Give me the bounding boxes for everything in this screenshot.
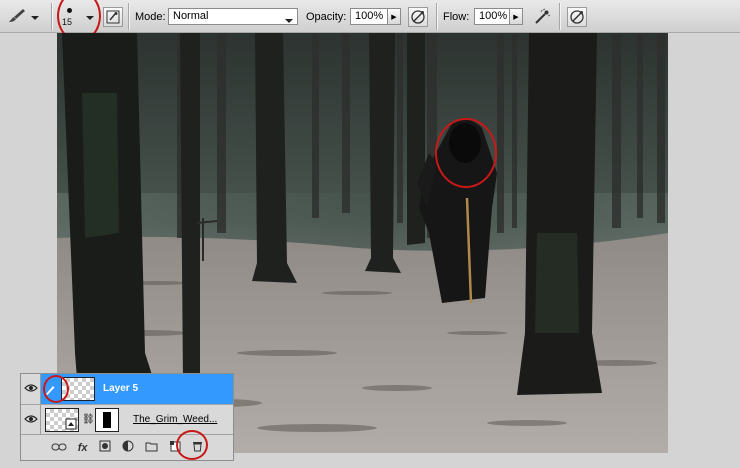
visibility-toggle[interactable]: [21, 374, 41, 404]
smart-object-icon: [65, 418, 77, 430]
layer-row-selected[interactable]: Layer 5: [21, 374, 233, 404]
delete-layer-icon[interactable]: [192, 440, 203, 455]
link-layers-icon[interactable]: [51, 442, 67, 454]
layer-thumbnail: [61, 377, 95, 401]
fx-icon[interactable]: fx: [78, 442, 88, 454]
airbrush-button[interactable]: [532, 0, 552, 33]
chevron-down-icon: [31, 11, 39, 23]
chain-link-icon: ⛓: [82, 414, 95, 425]
flow-label: Flow:: [443, 10, 470, 23]
visibility-toggle[interactable]: [21, 405, 41, 435]
chevron-down-icon: [86, 11, 94, 23]
eye-icon: [23, 414, 38, 427]
tool-preset-picker[interactable]: [6, 0, 39, 33]
opacity-input[interactable]: 100%: [350, 8, 388, 25]
new-group-icon[interactable]: [145, 441, 158, 455]
brush-panel-toggle[interactable]: [103, 0, 123, 33]
brush-active-icon: [43, 382, 57, 396]
caret-right-icon: ▶: [513, 13, 519, 21]
brush-preset-picker[interactable]: 15: [58, 0, 98, 33]
mode-select[interactable]: Normal: [168, 0, 298, 33]
mode-value: Normal: [173, 10, 209, 22]
new-layer-icon[interactable]: [169, 440, 181, 455]
layer-name: Layer 5: [103, 383, 139, 394]
add-mask-icon[interactable]: [99, 440, 111, 455]
flow-input[interactable]: 100%: [474, 8, 510, 25]
tablet-pressure-size-icon: [567, 6, 587, 27]
tablet-pressure-size-button[interactable]: [567, 0, 587, 33]
mode-label: Mode:: [135, 10, 166, 23]
adjustment-layer-icon[interactable]: [122, 440, 134, 455]
layers-panel: Layer 5 ⛓ The_Grim_Weed... fx: [20, 373, 234, 461]
options-bar: 15 Mode: Normal Opacity: 100% ▶ Flow: 10…: [0, 0, 740, 33]
brush-preset-icon: 15: [58, 3, 84, 31]
tablet-pressure-opacity-icon: [408, 6, 428, 27]
caret-right-icon: ▶: [391, 13, 397, 21]
opacity-label: Opacity:: [306, 10, 347, 23]
layer-thumbnail: [45, 408, 79, 432]
flow-slider-button[interactable]: ▶: [510, 8, 523, 25]
brush-panel-toggle-icon: [103, 6, 123, 27]
opacity-slider-button[interactable]: ▶: [388, 8, 401, 25]
layer-name: The_Grim_Weed...: [133, 414, 218, 425]
layers-bottom-bar: fx: [21, 434, 233, 460]
tablet-pressure-opacity-button[interactable]: [408, 0, 428, 33]
brush-size-label: 15: [62, 16, 73, 27]
brush-icon: [6, 6, 28, 27]
layer-row[interactable]: ⛓ The_Grim_Weed...: [21, 404, 233, 435]
layer-mask-thumbnail[interactable]: [95, 408, 119, 432]
eye-icon: [23, 383, 38, 396]
airbrush-icon: [532, 7, 552, 27]
chevron-down-icon: [285, 14, 293, 26]
flow-control[interactable]: 100% ▶: [474, 0, 523, 33]
opacity-control[interactable]: 100% ▶: [350, 0, 401, 33]
